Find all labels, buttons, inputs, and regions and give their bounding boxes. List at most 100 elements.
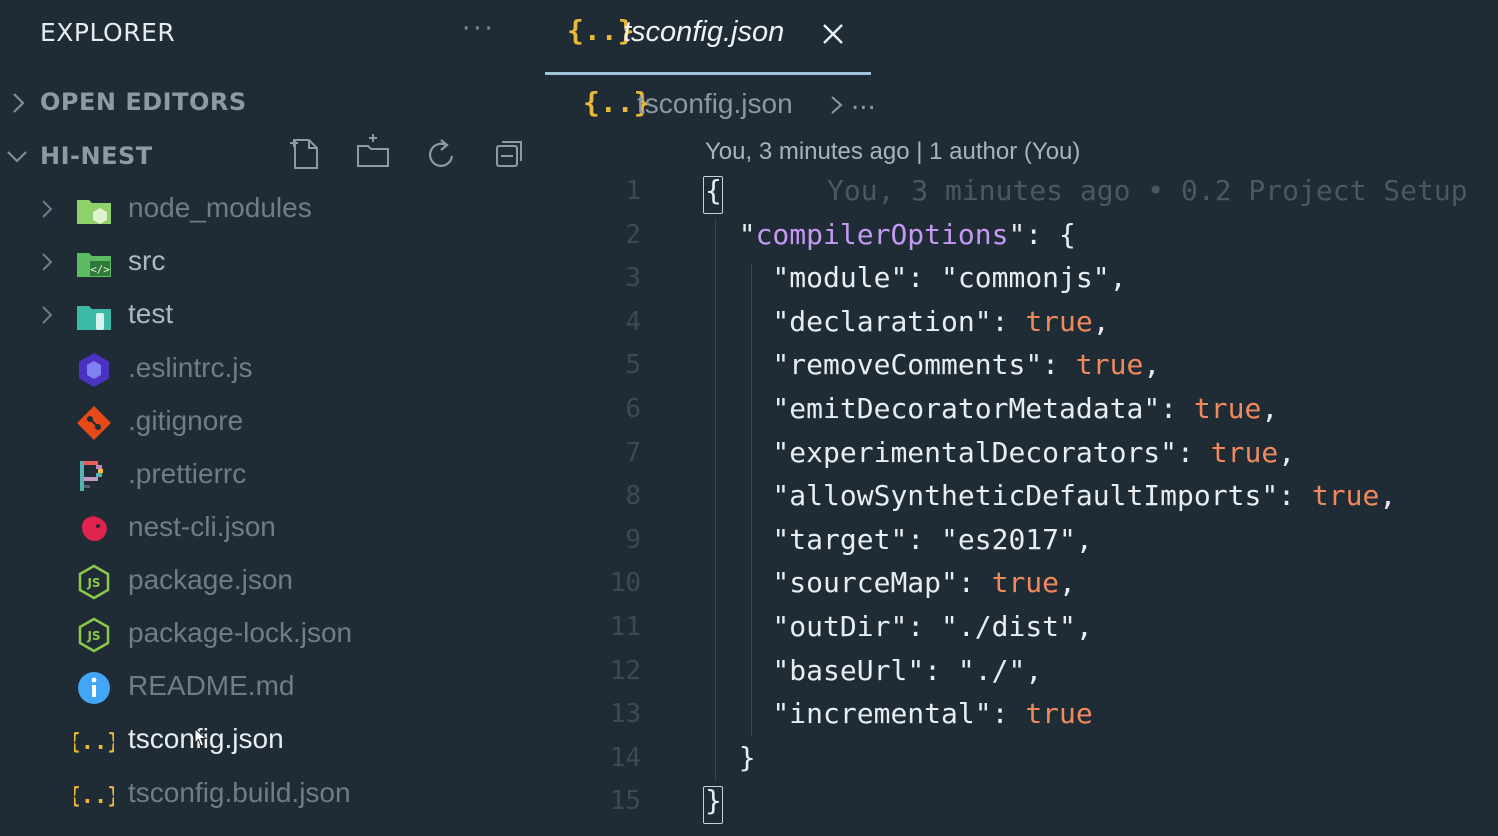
json-string-value: "./" bbox=[957, 653, 1026, 687]
json-key: allowSyntheticDefaultImports bbox=[789, 479, 1262, 513]
comma: , bbox=[1059, 566, 1076, 600]
new-folder-icon[interactable] bbox=[353, 134, 393, 174]
tree-item-label: .prettierrc bbox=[128, 458, 247, 489]
punctuation: ": bbox=[890, 610, 942, 643]
punctuation: ": { bbox=[1008, 217, 1076, 251]
code-text: "removeComments": true, bbox=[705, 348, 1160, 381]
breadcrumb-file[interactable]: tsconfig.json bbox=[637, 88, 793, 120]
line-number: 6 bbox=[625, 394, 641, 424]
new-file-icon[interactable] bbox=[286, 134, 326, 174]
open-editors-section[interactable]: OPEN EDITORS bbox=[0, 84, 545, 124]
quote: " bbox=[705, 392, 790, 425]
tree-item-label: README.md bbox=[128, 670, 295, 701]
code-text: "module": "commonjs", bbox=[705, 261, 1126, 294]
tree-item-gitignore[interactable]: .gitignore bbox=[0, 397, 545, 447]
json-key: incremental bbox=[789, 697, 975, 731]
tree-item-test[interactable]: test bbox=[0, 290, 545, 340]
line-number: 4 bbox=[625, 306, 641, 337]
punctuation: ": bbox=[1143, 392, 1194, 425]
quote: " bbox=[705, 522, 790, 556]
json-icon: {..} bbox=[74, 730, 114, 755]
mouse-pointer-icon bbox=[194, 728, 208, 747]
git-icon bbox=[77, 406, 111, 440]
svg-text:{..}: {..} bbox=[74, 784, 114, 809]
svg-text:{..}: {..} bbox=[74, 730, 114, 755]
active-tab-indicator bbox=[545, 72, 871, 75]
explorer-title: EXPLORER bbox=[40, 18, 176, 47]
close-icon[interactable] bbox=[821, 22, 845, 46]
json-icon: {..} bbox=[74, 784, 114, 809]
breadcrumb-more[interactable]: ... bbox=[851, 86, 876, 116]
punctuation: ": bbox=[974, 697, 1026, 731]
json-bool-value: true bbox=[1210, 435, 1279, 469]
json-key: target bbox=[789, 522, 891, 556]
refresh-icon[interactable] bbox=[421, 134, 461, 174]
json-bool-value: true bbox=[1193, 392, 1262, 425]
json-bool-value: true bbox=[1311, 479, 1380, 513]
code-line: 13 "incremental": true bbox=[545, 695, 1498, 739]
project-section[interactable]: HI-NEST bbox=[0, 134, 545, 178]
tree-item-label: tsconfig.build.json bbox=[128, 777, 351, 808]
json-string-value: "es2017" bbox=[941, 522, 1076, 556]
punctuation: ": bbox=[1261, 479, 1312, 513]
code-text: } bbox=[705, 741, 756, 774]
tree-item-label: nest-cli.json bbox=[128, 511, 276, 542]
comma: , bbox=[1379, 479, 1397, 513]
line-number: 3 bbox=[625, 263, 641, 294]
quote: " bbox=[705, 697, 790, 731]
tab-tsconfig[interactable]: {..} tsconfig.json bbox=[545, 0, 871, 76]
code-text: "declaration": true, bbox=[705, 304, 1109, 338]
code-line: 8 "allowSyntheticDefaultImports": true, bbox=[545, 477, 1498, 521]
comma: , bbox=[1025, 653, 1043, 687]
json-string-value: "commonjs" bbox=[941, 261, 1110, 295]
line-number: 2 bbox=[625, 219, 641, 250]
tree-item-node-modules[interactable]: node_modules bbox=[0, 184, 545, 234]
more-actions-icon[interactable]: ··· bbox=[462, 14, 496, 44]
code-editor[interactable]: 1 You, 3 minutes ago • 0.2 Project Setup {… bbox=[545, 172, 1498, 836]
tree-item-readme[interactable]: README.md bbox=[0, 662, 545, 712]
close-brace: } bbox=[705, 784, 722, 818]
tree-item-tsconfig[interactable]: {..} tsconfig.json bbox=[0, 715, 545, 765]
quote: " bbox=[705, 653, 790, 687]
src-folder-icon: </> bbox=[77, 253, 111, 277]
collapse-all-icon[interactable] bbox=[489, 134, 529, 174]
info-icon bbox=[78, 672, 110, 704]
code-text: "compilerOptions": { bbox=[705, 218, 1076, 251]
chevron-down-icon bbox=[7, 151, 27, 163]
git-blame-codelens[interactable]: You, 3 minutes ago | 1 author (You) bbox=[705, 138, 1080, 166]
json-bool-value: true bbox=[1075, 348, 1144, 382]
line-number: 11 bbox=[609, 612, 641, 642]
svg-text:</>: </> bbox=[90, 263, 110, 276]
json-key: module bbox=[789, 261, 891, 295]
json-bool-value: true bbox=[991, 566, 1060, 600]
tree-item-tsconfig-build[interactable]: {..} tsconfig.build.json bbox=[0, 769, 545, 819]
code-text: "sourceMap": true, bbox=[705, 566, 1076, 600]
quote: " bbox=[705, 566, 790, 600]
tree-item-prettierrc[interactable]: .prettierrc bbox=[0, 450, 545, 500]
tree-item-nest-cli[interactable]: nest-cli.json bbox=[0, 503, 545, 553]
json-key: sourceMap bbox=[789, 566, 942, 600]
tree-item-eslintrc[interactable]: .eslintrc.js bbox=[0, 344, 545, 394]
code-line: 1 You, 3 minutes ago • 0.2 Project Setup { bbox=[545, 172, 1498, 216]
json-key: removeComments bbox=[789, 348, 1026, 382]
tree-item-package[interactable]: JS package.json bbox=[0, 556, 545, 606]
tab-label: tsconfig.json bbox=[623, 16, 785, 48]
prettier-icon bbox=[80, 461, 103, 491]
tree-item-label: .eslintrc.js bbox=[128, 352, 253, 383]
tree-item-label: package.json bbox=[128, 564, 294, 595]
tree-item-src[interactable]: </> src bbox=[0, 237, 545, 287]
code-text: "baseUrl": "./", bbox=[705, 654, 1042, 687]
code-line: 7 "experimentalDecorators": true, bbox=[545, 434, 1498, 478]
tree-item-package-lock[interactable]: JS package-lock.json bbox=[0, 609, 545, 659]
editor-pane: {..} tsconfig.json {..} tsconfig.json ..… bbox=[545, 0, 1498, 836]
punctuation: ": bbox=[941, 566, 992, 600]
line-number: 12 bbox=[609, 655, 641, 686]
comma: , bbox=[1075, 610, 1093, 643]
comma: , bbox=[1075, 522, 1093, 556]
json-key: declaration bbox=[789, 304, 975, 338]
code-text: "target": "es2017", bbox=[705, 522, 1093, 556]
code-line: 3 "module": "commonjs", bbox=[545, 259, 1498, 303]
svg-text:JS: JS bbox=[86, 576, 100, 590]
line-number: 5 bbox=[625, 350, 641, 381]
quote: " bbox=[705, 304, 790, 338]
